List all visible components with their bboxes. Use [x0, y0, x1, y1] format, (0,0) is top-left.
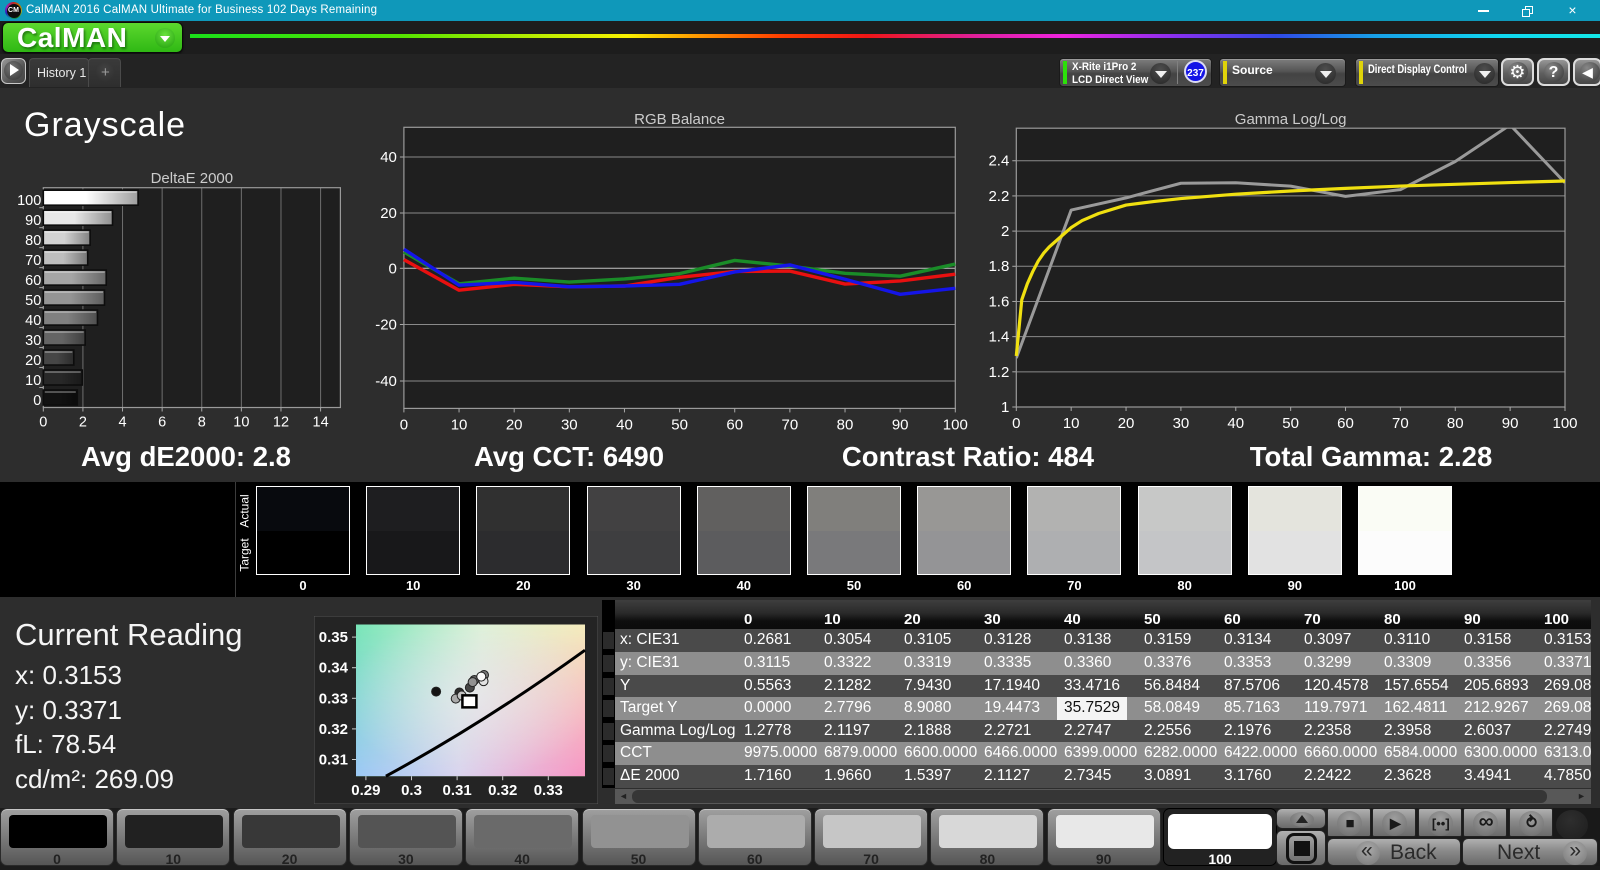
svg-text:10: 10 [1063, 415, 1080, 432]
svg-text:80: 80 [1447, 415, 1464, 432]
svg-text:1.6: 1.6 [988, 293, 1009, 310]
svg-text:30: 30 [561, 416, 578, 433]
svg-text:0: 0 [33, 393, 41, 409]
svg-text:50: 50 [25, 293, 41, 309]
svg-text:60: 60 [25, 273, 41, 289]
svg-text:20: 20 [25, 353, 41, 369]
svg-text:0: 0 [1012, 415, 1020, 432]
svg-text:0.29: 0.29 [351, 782, 380, 799]
svg-text:1: 1 [1001, 399, 1009, 416]
svg-text:4: 4 [118, 415, 126, 431]
svg-text:40: 40 [25, 313, 41, 329]
svg-text:0.31: 0.31 [442, 782, 471, 799]
svg-text:0.31: 0.31 [319, 751, 348, 768]
svg-text:0.33: 0.33 [534, 782, 563, 799]
svg-text:10: 10 [451, 416, 468, 433]
svg-text:100: 100 [943, 416, 968, 433]
svg-text:2: 2 [1001, 223, 1009, 240]
svg-text:0.3: 0.3 [401, 782, 422, 799]
svg-text:70: 70 [25, 253, 41, 269]
svg-text:40: 40 [1227, 415, 1244, 432]
svg-text:0.32: 0.32 [319, 721, 348, 738]
svg-text:80: 80 [25, 233, 41, 249]
svg-text:6: 6 [158, 415, 166, 431]
svg-text:8: 8 [198, 415, 206, 431]
svg-text:-40: -40 [375, 373, 397, 390]
svg-text:100: 100 [17, 193, 41, 209]
svg-text:10: 10 [233, 415, 249, 431]
svg-text:1.8: 1.8 [988, 258, 1009, 275]
svg-text:0: 0 [400, 416, 408, 433]
svg-text:90: 90 [1502, 415, 1519, 432]
svg-text:30: 30 [1173, 415, 1190, 432]
svg-text:0.32: 0.32 [488, 782, 517, 799]
svg-text:1.4: 1.4 [988, 329, 1009, 346]
svg-text:0.33: 0.33 [319, 690, 348, 707]
svg-text:0: 0 [389, 260, 397, 277]
svg-text:0.34: 0.34 [319, 660, 349, 677]
svg-text:20: 20 [506, 416, 523, 433]
svg-text:14: 14 [313, 415, 329, 431]
svg-text:1.2: 1.2 [988, 364, 1009, 381]
svg-text:20: 20 [380, 205, 397, 222]
svg-text:RGB Balance: RGB Balance [634, 111, 725, 128]
svg-text:80: 80 [837, 416, 854, 433]
svg-text:50: 50 [671, 416, 688, 433]
svg-text:50: 50 [1282, 415, 1299, 432]
svg-text:100: 100 [1552, 415, 1577, 432]
svg-text:70: 70 [1392, 415, 1409, 432]
svg-text:-20: -20 [375, 316, 397, 333]
svg-text:30: 30 [25, 333, 41, 349]
svg-text:20: 20 [1118, 415, 1135, 432]
svg-text:70: 70 [782, 416, 799, 433]
svg-text:40: 40 [616, 416, 633, 433]
svg-text:DeltaE 2000: DeltaE 2000 [151, 170, 234, 187]
svg-text:10: 10 [25, 373, 41, 389]
svg-text:90: 90 [892, 416, 909, 433]
svg-text:0.35: 0.35 [319, 629, 348, 646]
svg-text:2.4: 2.4 [988, 153, 1009, 170]
svg-text:0: 0 [39, 415, 47, 431]
svg-text:Gamma Log/Log: Gamma Log/Log [1235, 111, 1347, 128]
svg-text:2: 2 [79, 415, 87, 431]
svg-text:90: 90 [25, 213, 41, 229]
svg-text:60: 60 [1337, 415, 1354, 432]
svg-text:60: 60 [726, 416, 743, 433]
svg-text:40: 40 [380, 149, 397, 166]
svg-text:2.2: 2.2 [988, 188, 1009, 205]
svg-text:12: 12 [273, 415, 289, 431]
